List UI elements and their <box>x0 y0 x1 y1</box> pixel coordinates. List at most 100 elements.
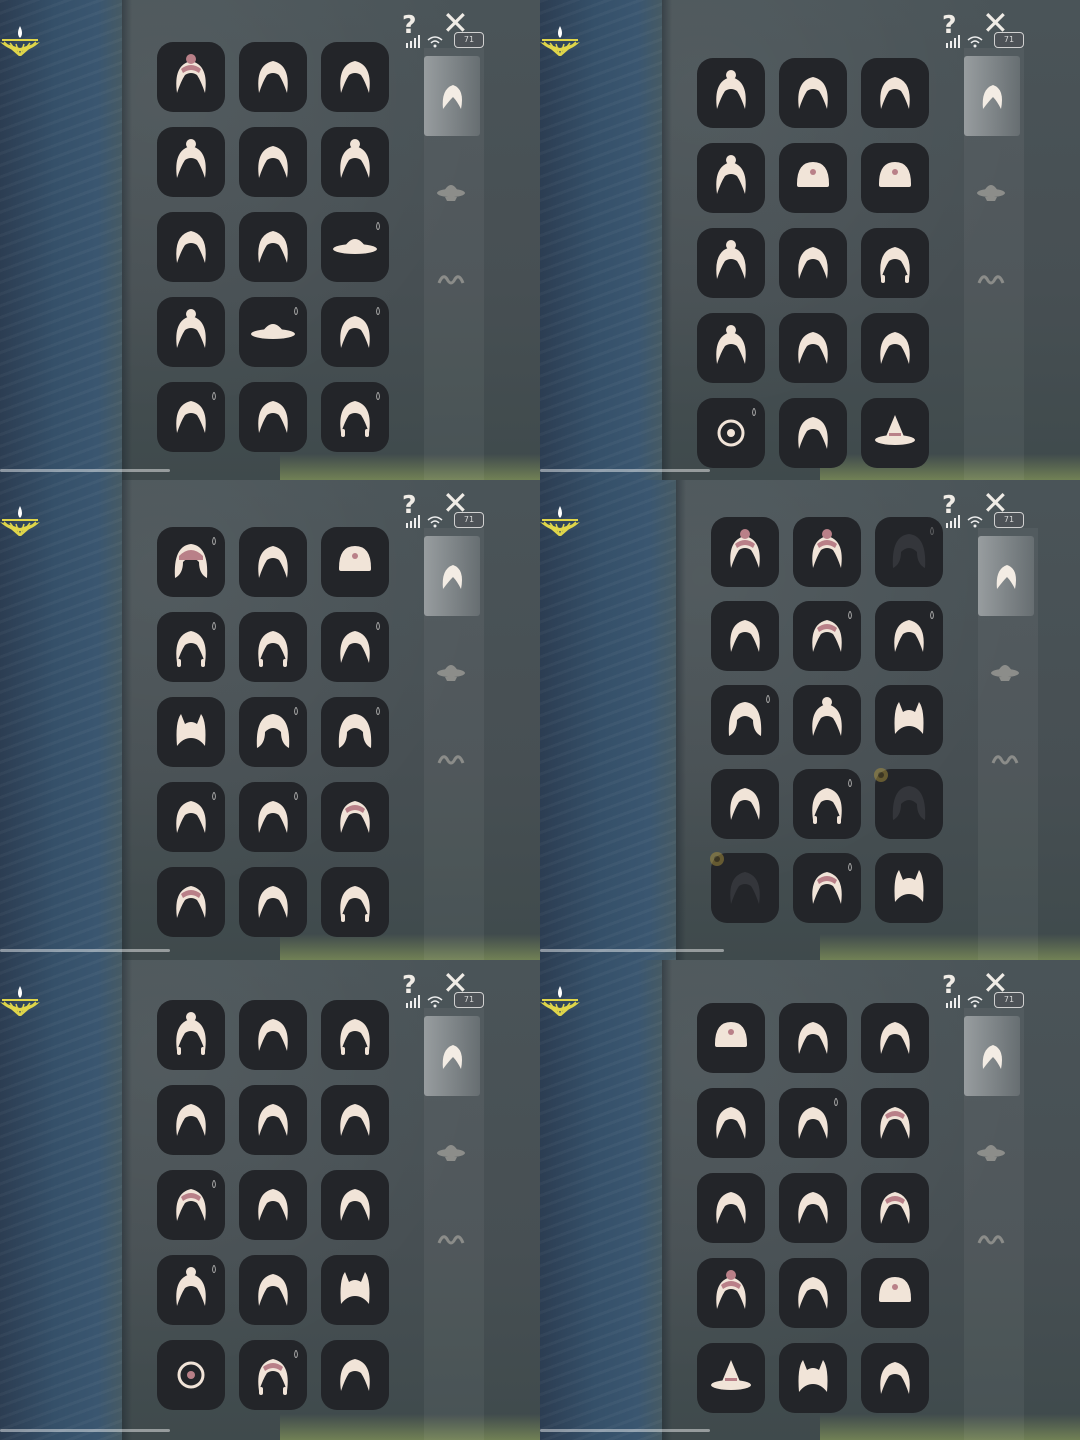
hat-tab[interactable] <box>964 168 1020 208</box>
hat-tab[interactable] <box>424 648 480 688</box>
outfit-slot[interactable] <box>793 853 861 923</box>
outfit-slot[interactable] <box>321 782 389 852</box>
winged-light-fan-icon[interactable] <box>540 502 580 537</box>
outfit-slot[interactable] <box>157 697 225 767</box>
outfit-slot[interactable] <box>793 685 861 755</box>
outfit-slot[interactable] <box>157 1340 225 1410</box>
horns-tab[interactable] <box>424 740 480 780</box>
outfit-slot[interactable] <box>697 143 765 213</box>
outfit-slot[interactable] <box>239 1085 307 1155</box>
outfit-slot[interactable] <box>779 398 847 468</box>
outfit-slot[interactable] <box>861 1343 929 1413</box>
outfit-slot[interactable] <box>875 517 943 587</box>
outfit-slot[interactable] <box>157 782 225 852</box>
outfit-slot[interactable] <box>321 527 389 597</box>
outfit-slot[interactable] <box>793 769 861 839</box>
outfit-slot[interactable] <box>711 601 779 671</box>
hat-tab[interactable] <box>978 648 1034 688</box>
outfit-slot[interactable] <box>321 867 389 937</box>
outfit-slot[interactable] <box>779 58 847 128</box>
outfit-slot[interactable] <box>239 782 307 852</box>
hat-tab[interactable] <box>424 168 480 208</box>
outfit-slot[interactable] <box>697 1343 765 1413</box>
outfit-slot[interactable] <box>793 517 861 587</box>
outfit-slot[interactable] <box>157 612 225 682</box>
horns-tab[interactable] <box>978 740 1034 780</box>
outfit-slot[interactable] <box>321 127 389 197</box>
outfit-slot[interactable] <box>239 527 307 597</box>
hat-tab[interactable] <box>424 1128 480 1168</box>
outfit-slot[interactable] <box>321 1170 389 1240</box>
outfit-slot[interactable] <box>779 1258 847 1328</box>
outfit-slot[interactable] <box>861 1088 929 1158</box>
outfit-slot[interactable] <box>157 1170 225 1240</box>
outfit-slot[interactable] <box>157 212 225 282</box>
outfit-slot[interactable] <box>157 867 225 937</box>
outfit-slot[interactable] <box>779 1003 847 1073</box>
horns-tab[interactable] <box>964 1220 1020 1260</box>
horns-tab[interactable] <box>424 1220 480 1260</box>
outfit-slot[interactable] <box>779 313 847 383</box>
outfit-slot[interactable] <box>875 853 943 923</box>
outfit-slot[interactable] <box>321 1255 389 1325</box>
winged-light-fan-icon[interactable] <box>540 982 580 1017</box>
horns-tab[interactable] <box>964 260 1020 300</box>
outfit-slot[interactable] <box>697 398 765 468</box>
winged-light-fan-icon[interactable] <box>540 22 580 57</box>
outfit-slot[interactable] <box>239 1000 307 1070</box>
outfit-slot[interactable] <box>239 382 307 452</box>
winged-light-fan-icon[interactable] <box>0 982 40 1017</box>
outfit-slot[interactable] <box>875 685 943 755</box>
outfit-slot[interactable] <box>157 297 225 367</box>
outfit-slot[interactable] <box>157 527 225 597</box>
hair-tab[interactable] <box>964 1016 1020 1096</box>
outfit-slot[interactable] <box>779 228 847 298</box>
outfit-slot[interactable] <box>321 42 389 112</box>
outfit-slot[interactable] <box>157 382 225 452</box>
outfit-slot[interactable] <box>697 1173 765 1243</box>
hair-tab[interactable] <box>424 56 480 136</box>
outfit-slot[interactable] <box>157 1085 225 1155</box>
outfit-slot[interactable] <box>793 601 861 671</box>
outfit-slot[interactable] <box>697 1258 765 1328</box>
outfit-slot[interactable] <box>239 1340 307 1410</box>
outfit-slot[interactable] <box>874 768 943 839</box>
outfit-slot[interactable] <box>697 1088 765 1158</box>
outfit-slot[interactable] <box>321 1085 389 1155</box>
outfit-slot[interactable] <box>239 697 307 767</box>
outfit-slot[interactable] <box>321 212 389 282</box>
outfit-slot[interactable] <box>157 1255 225 1325</box>
outfit-slot[interactable] <box>157 127 225 197</box>
winged-light-fan-icon[interactable] <box>0 502 40 537</box>
outfit-slot[interactable] <box>697 228 765 298</box>
outfit-slot[interactable] <box>321 1340 389 1410</box>
outfit-slot[interactable] <box>875 601 943 671</box>
outfit-slot[interactable] <box>861 398 929 468</box>
outfit-slot[interactable] <box>239 867 307 937</box>
hair-tab[interactable] <box>964 56 1020 136</box>
scroll-indicator[interactable] <box>0 1429 170 1432</box>
outfit-slot[interactable] <box>321 612 389 682</box>
outfit-slot[interactable] <box>697 58 765 128</box>
outfit-slot[interactable] <box>239 1170 307 1240</box>
hat-tab[interactable] <box>964 1128 1020 1168</box>
outfit-slot[interactable] <box>239 42 307 112</box>
outfit-slot[interactable] <box>239 212 307 282</box>
outfit-slot[interactable] <box>779 1173 847 1243</box>
scroll-indicator[interactable] <box>0 469 170 472</box>
hair-tab[interactable] <box>978 536 1034 616</box>
outfit-slot[interactable] <box>711 517 779 587</box>
scroll-indicator[interactable] <box>540 949 724 952</box>
winged-light-fan-icon[interactable] <box>0 22 40 57</box>
outfit-slot[interactable] <box>779 1343 847 1413</box>
outfit-slot[interactable] <box>157 42 225 112</box>
outfit-slot[interactable] <box>239 612 307 682</box>
outfit-slot[interactable] <box>321 1000 389 1070</box>
outfit-slot[interactable] <box>711 685 779 755</box>
outfit-slot[interactable] <box>321 697 389 767</box>
outfit-slot[interactable] <box>321 382 389 452</box>
outfit-slot[interactable] <box>239 127 307 197</box>
outfit-slot[interactable] <box>779 143 847 213</box>
outfit-slot[interactable] <box>779 1088 847 1158</box>
outfit-slot[interactable] <box>861 1173 929 1243</box>
